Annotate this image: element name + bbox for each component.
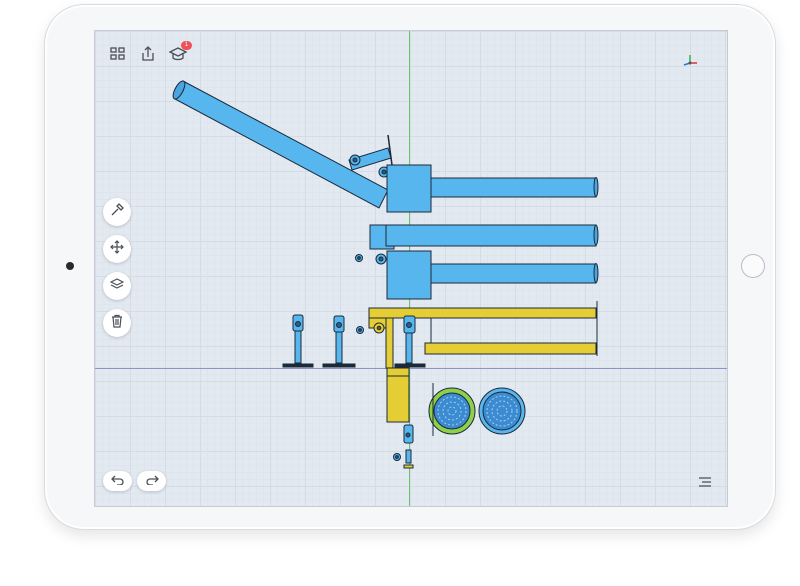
model-scene[interactable] [95, 31, 727, 506]
post-1[interactable] [282, 314, 314, 368]
hammer-icon [110, 202, 124, 222]
trash-icon [110, 314, 124, 333]
top-hub[interactable] [386, 164, 599, 213]
home-button[interactable] [741, 254, 765, 278]
redo-icon [145, 472, 159, 490]
learn-badge: 1 [181, 41, 192, 50]
undo-button[interactable] [103, 471, 132, 491]
build-tool-button[interactable] [103, 198, 131, 226]
graduation-cap-icon[interactable]: 1 [168, 41, 192, 63]
app-screen: 1 [94, 30, 728, 507]
side-toolbar [103, 198, 131, 337]
diagonal-tube[interactable] [171, 79, 389, 209]
top-clamp[interactable] [348, 134, 393, 178]
post-2[interactable] [322, 315, 364, 368]
history-controls [103, 471, 166, 491]
layers-tool-button[interactable] [103, 272, 131, 300]
lower-hub[interactable] [386, 250, 599, 300]
front-camera [66, 262, 74, 270]
layers-icon [109, 277, 125, 296]
transform-tool-button[interactable] [103, 235, 131, 263]
share-icon[interactable] [139, 45, 157, 63]
blue-disc[interactable] [478, 387, 526, 435]
menu-lines-icon[interactable] [697, 475, 713, 489]
small-clamp[interactable] [393, 424, 414, 469]
grid-icon[interactable] [109, 45, 127, 63]
delete-tool-button[interactable] [103, 309, 131, 337]
post-3[interactable] [394, 315, 426, 368]
redo-button[interactable] [137, 471, 166, 491]
green-disc[interactable] [428, 383, 476, 436]
undo-icon [110, 472, 125, 490]
top-toolbar: 1 [109, 41, 192, 63]
move-arrows-icon [110, 239, 124, 259]
axis-gizmo-icon[interactable] [681, 53, 699, 71]
